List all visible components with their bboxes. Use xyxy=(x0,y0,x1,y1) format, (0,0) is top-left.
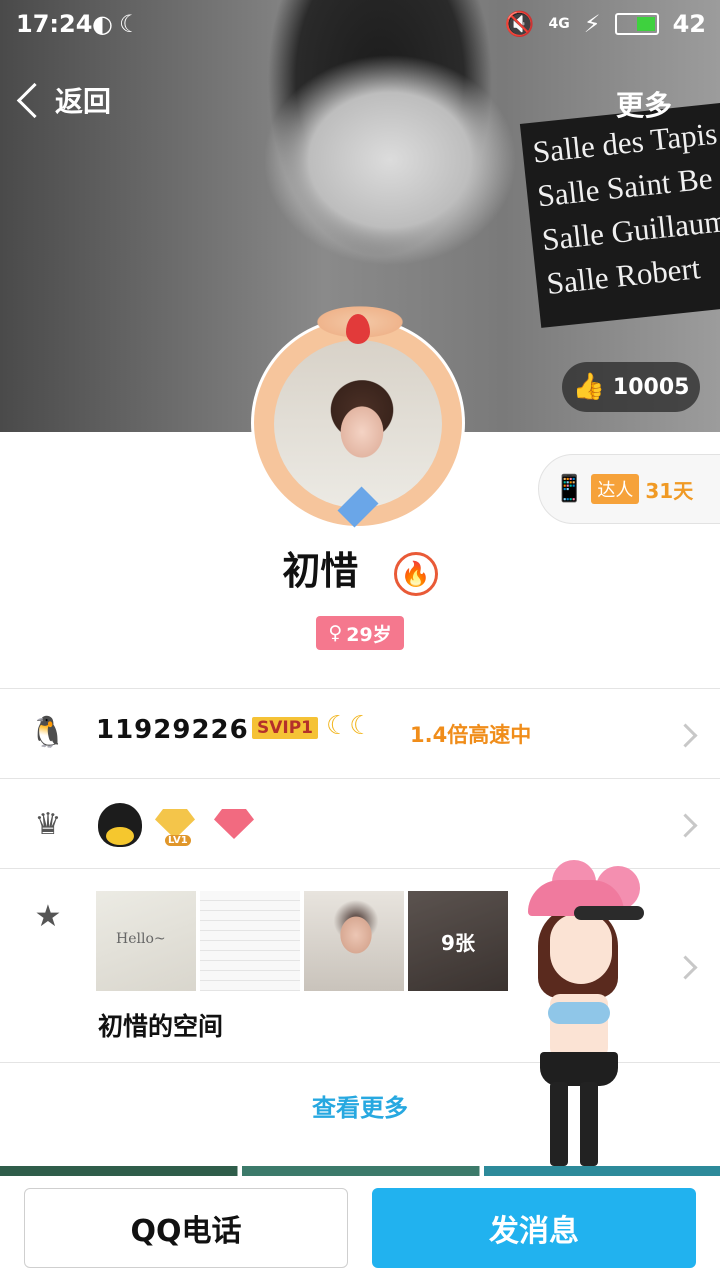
avatar[interactable] xyxy=(248,300,472,528)
torch-icon[interactable]: 🔥 xyxy=(393,551,438,596)
penguin-badge-icon xyxy=(98,803,142,847)
battery-level: 42 xyxy=(672,10,706,38)
speed-text: 1.4倍高速中 xyxy=(410,723,532,747)
svip-badge: SVIP1 xyxy=(252,717,319,739)
qq-call-button[interactable]: QQ电话 xyxy=(24,1188,348,1268)
cartoon-girl-pendant[interactable] xyxy=(520,856,670,1168)
daren-badge[interactable]: 📱 达人 31天 xyxy=(538,454,720,524)
charging-icon: ⚡ xyxy=(583,10,601,38)
female-icon: ♀ xyxy=(328,622,343,644)
photo-strip xyxy=(0,1166,720,1176)
chevron-right-icon xyxy=(673,955,698,980)
like-count: 10005 xyxy=(612,374,690,400)
girl-leg xyxy=(550,1082,568,1166)
crown-icon: ♛ xyxy=(34,807,62,842)
moon-level-icons: ☾☾ xyxy=(326,711,373,741)
girl-skirt xyxy=(540,1052,618,1086)
qq-account-row[interactable]: 🐧 11929226 SVIP1 ☾☾ 1.4倍高速中 xyxy=(0,688,720,778)
back-button[interactable]: 返回 xyxy=(16,80,112,120)
avatar-photo xyxy=(274,340,442,508)
chevron-right-icon xyxy=(673,813,698,838)
qzone-photo[interactable] xyxy=(200,891,300,991)
lv-label: LV1 xyxy=(165,835,191,846)
cover-sign: Salle des Tapis Salle Saint Be Salle Gui… xyxy=(519,101,720,328)
girl-face xyxy=(550,914,612,984)
penguin-icon: 🐧 xyxy=(29,715,67,750)
qzone-photo[interactable]: Hello~ xyxy=(96,891,196,991)
girl-leg xyxy=(580,1082,598,1166)
chevron-right-icon xyxy=(673,723,698,748)
send-message-button[interactable]: 发消息 xyxy=(372,1188,696,1268)
age-label: 29岁 xyxy=(346,623,392,646)
photo-count: 9张 xyxy=(408,891,508,991)
mute-icon: 🔇 xyxy=(504,10,535,38)
qzone-title: 初惜的空间 xyxy=(98,1012,224,1041)
chevron-left-icon xyxy=(16,82,53,118)
qzone-photo[interactable]: 9张 xyxy=(408,891,508,991)
like-button[interactable]: 👍 10005 xyxy=(562,362,700,412)
badges-row[interactable]: ♛ LV1 xyxy=(0,778,720,868)
age-badge: ♀ 29岁 xyxy=(316,616,404,650)
back-label: 返回 xyxy=(55,85,112,118)
qzone-photo[interactable] xyxy=(304,891,404,991)
status-moon-icons: ◐☾ xyxy=(92,10,147,38)
profile-name: 初惜 xyxy=(282,549,359,593)
status-right: 🔇 4G ⚡ 42 xyxy=(505,10,706,38)
bottom-action-bar: QQ电话 发消息 xyxy=(0,1176,720,1280)
daren-tag: 达人 xyxy=(591,474,640,504)
network-label: 4G xyxy=(548,16,570,32)
qzone-star-icon: ★ xyxy=(34,899,62,934)
pink-diamond-icon xyxy=(214,809,254,839)
profile-name-row: 初惜 🔥 xyxy=(0,540,720,596)
heart-icon xyxy=(346,314,370,344)
status-time: 17:24 xyxy=(16,10,93,38)
battery-icon xyxy=(614,13,659,35)
girl-top xyxy=(548,1002,610,1024)
daren-days: 31天 xyxy=(645,478,694,503)
thumbs-up-icon: 👍 xyxy=(572,372,605,402)
winged-phone-icon: 📱 xyxy=(553,474,586,504)
qq-number: 11929226 xyxy=(96,715,249,745)
qzone-photos: Hello~ 9张 xyxy=(96,891,508,991)
more-button[interactable]: 更多 xyxy=(616,84,672,124)
status-bar: 17:24 ◐☾ 🔇 4G ⚡ 42 xyxy=(0,0,720,50)
girl-hat-brim xyxy=(574,906,644,920)
photo-caption: Hello~ xyxy=(116,931,166,947)
